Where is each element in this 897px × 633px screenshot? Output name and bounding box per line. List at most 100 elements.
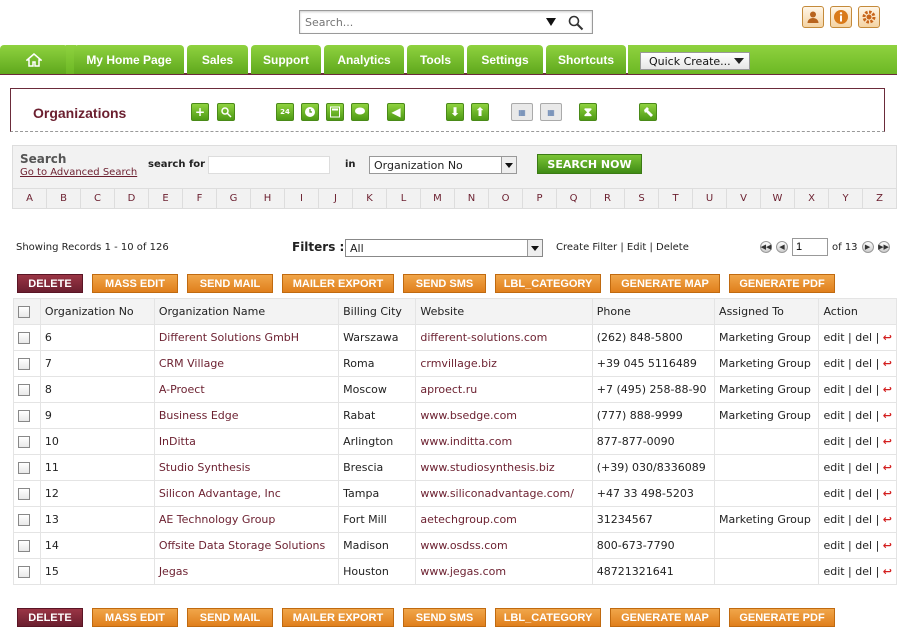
delete-filter-link[interactable]: Delete: [656, 242, 689, 253]
alphabet-letter-v[interactable]: V: [727, 189, 761, 208]
edit-link[interactable]: edit: [823, 383, 844, 396]
clock-icon[interactable]: [301, 103, 319, 121]
search-now-button[interactable]: SEARCH NOW: [537, 154, 642, 174]
cell-org-name[interactable]: InDitta: [153, 428, 340, 455]
cell-org-name[interactable]: Jegas: [153, 558, 340, 585]
row-checkbox[interactable]: [18, 488, 30, 500]
col-org-name[interactable]: Organization Name: [153, 298, 340, 325]
row-checkbox[interactable]: [18, 462, 30, 474]
del-link[interactable]: del: [855, 331, 872, 344]
row-checkbox[interactable]: [18, 384, 30, 396]
del-link[interactable]: del: [855, 383, 872, 396]
alphabet-letter-j[interactable]: J: [319, 189, 353, 208]
tab-home[interactable]: [0, 45, 68, 74]
send-sms-button[interactable]: SEND SMS: [403, 608, 486, 627]
alphabet-letter-l[interactable]: L: [387, 189, 421, 208]
add-record-icon[interactable]: +: [191, 103, 209, 121]
edit-link[interactable]: edit: [823, 331, 844, 344]
select-all-checkbox[interactable]: [18, 306, 30, 318]
filter-select[interactable]: All: [345, 239, 543, 257]
hammer-icon[interactable]: [639, 103, 657, 121]
cell-org-name[interactable]: Offsite Data Storage Solutions: [153, 532, 340, 559]
alphabet-letter-m[interactable]: M: [421, 189, 455, 208]
alphabet-letter-a[interactable]: A: [13, 189, 47, 208]
cell-website[interactable]: www.inditta.com: [415, 428, 593, 455]
edit-filter-link[interactable]: Edit: [627, 242, 646, 253]
undo-arrow-icon[interactable]: ↩: [883, 435, 892, 448]
cell-org-name[interactable]: Silicon Advantage, Inc: [153, 480, 340, 507]
tab-tools[interactable]: Tools: [407, 45, 464, 74]
alphabet-letter-y[interactable]: Y: [829, 189, 863, 208]
undo-arrow-icon[interactable]: ↩: [883, 565, 892, 578]
alphabet-letter-f[interactable]: F: [183, 189, 217, 208]
generate-map-button[interactable]: GENERATE MAP: [610, 608, 720, 627]
cell-website[interactable]: www.studiosynthesis.biz: [415, 454, 593, 481]
cell-org-name[interactable]: AE Technology Group: [153, 506, 340, 533]
undo-arrow-icon[interactable]: ↩: [883, 539, 892, 552]
global-search-input[interactable]: [300, 11, 535, 33]
row-checkbox[interactable]: [18, 540, 30, 552]
cell-org-name[interactable]: Different Solutions GmbH: [153, 324, 340, 351]
cell-website[interactable]: aproect.ru: [415, 376, 593, 403]
merge-icon[interactable]: ▦: [540, 103, 562, 121]
col-billing-city[interactable]: Billing City: [338, 298, 417, 325]
lbl-category-button[interactable]: LBL_CATEGORY: [495, 608, 601, 627]
mailer-export-button[interactable]: MAILER EXPORT: [282, 274, 394, 293]
delete-button[interactable]: DELETE: [17, 608, 83, 627]
alphabet-letter-g[interactable]: G: [217, 189, 251, 208]
del-link[interactable]: del: [855, 409, 872, 422]
cell-website[interactable]: www.osdss.com: [415, 532, 593, 559]
send-sms-button[interactable]: SEND SMS: [403, 274, 486, 293]
alphabet-letter-d[interactable]: D: [115, 189, 149, 208]
alphabet-letter-z[interactable]: Z: [863, 189, 897, 208]
edit-link[interactable]: edit: [823, 565, 844, 578]
alphabet-letter-t[interactable]: T: [659, 189, 693, 208]
undo-arrow-icon[interactable]: ↩: [883, 513, 892, 526]
cell-website[interactable]: www.jegas.com: [415, 558, 593, 585]
info-icon[interactable]: [830, 6, 852, 28]
col-assigned-to[interactable]: Assigned To: [714, 298, 820, 325]
hourglass-icon[interactable]: ⧗: [579, 103, 597, 121]
alphabet-letter-q[interactable]: Q: [557, 189, 591, 208]
alphabet-letter-h[interactable]: H: [251, 189, 285, 208]
generate-pdf-button[interactable]: GENERATE PDF: [729, 274, 835, 293]
search-icon[interactable]: [568, 15, 584, 31]
mass-edit-button[interactable]: MASS EDIT: [92, 274, 178, 293]
prev-page-icon[interactable]: ◀: [776, 241, 788, 253]
send-mail-button[interactable]: SEND MAIL: [187, 608, 273, 627]
alphabet-letter-c[interactable]: C: [81, 189, 115, 208]
export-up-icon[interactable]: ⬆: [471, 103, 489, 121]
undo-arrow-icon[interactable]: ↩: [883, 331, 892, 344]
cell-website[interactable]: www.siliconadvantage.com/: [415, 480, 593, 507]
cell-website[interactable]: aetechgroup.com: [415, 506, 593, 533]
mass-edit-button[interactable]: MASS EDIT: [92, 608, 178, 627]
tab-settings[interactable]: Settings: [467, 45, 543, 74]
alphabet-letter-p[interactable]: P: [523, 189, 557, 208]
undo-arrow-icon[interactable]: ↩: [883, 487, 892, 500]
advanced-search-link[interactable]: Go to Advanced Search: [20, 167, 137, 178]
col-website[interactable]: Website: [415, 298, 593, 325]
alphabet-letter-i[interactable]: I: [285, 189, 319, 208]
search-dropdown-icon[interactable]: [546, 18, 556, 26]
cell-website[interactable]: crmvillage.biz: [415, 350, 593, 377]
search-records-icon[interactable]: [217, 103, 235, 121]
page-number-input[interactable]: [792, 238, 828, 256]
calculator-icon[interactable]: [326, 103, 344, 121]
alphabet-letter-s[interactable]: S: [625, 189, 659, 208]
edit-link[interactable]: edit: [823, 539, 844, 552]
del-link[interactable]: del: [855, 539, 872, 552]
cell-org-name[interactable]: CRM Village: [153, 350, 340, 377]
tab-my-home-page[interactable]: My Home Page: [74, 45, 184, 74]
cell-website[interactable]: www.bsedge.com: [415, 402, 593, 429]
cell-org-name[interactable]: Business Edge: [153, 402, 340, 429]
cell-website[interactable]: different-solutions.com: [415, 324, 593, 351]
cell-org-name[interactable]: A-Proect: [153, 376, 340, 403]
edit-link[interactable]: edit: [823, 487, 844, 500]
row-checkbox[interactable]: [18, 436, 30, 448]
undo-arrow-icon[interactable]: ↩: [883, 409, 892, 422]
tab-shortcuts[interactable]: Shortcuts: [546, 45, 626, 74]
mailer-export-button[interactable]: MAILER EXPORT: [282, 608, 394, 627]
import-down-icon[interactable]: ⬇: [446, 103, 464, 121]
del-link[interactable]: del: [855, 487, 872, 500]
search-field-select[interactable]: Organization No: [369, 156, 517, 174]
